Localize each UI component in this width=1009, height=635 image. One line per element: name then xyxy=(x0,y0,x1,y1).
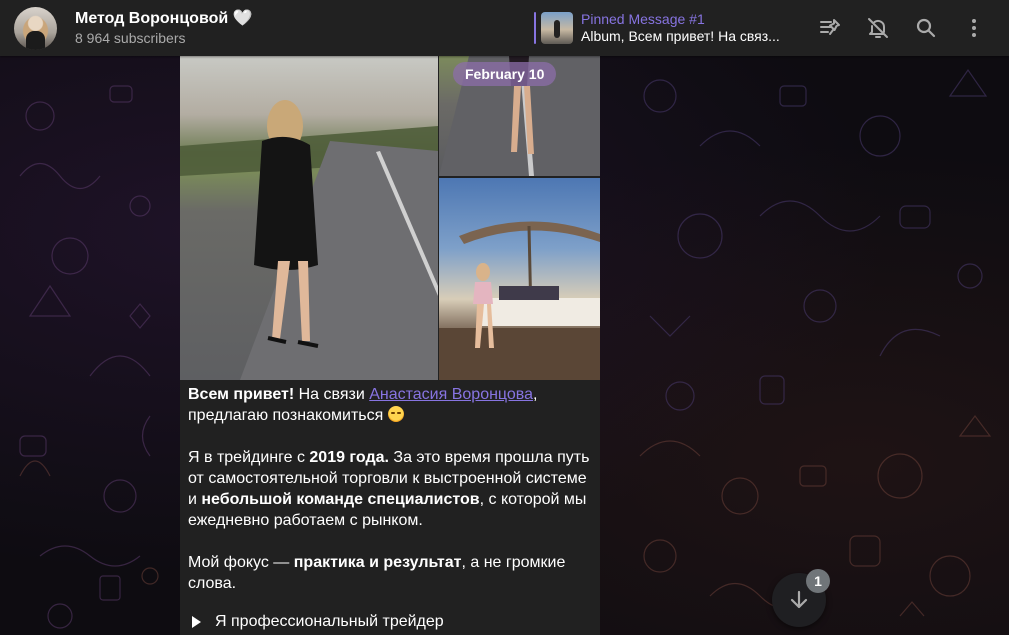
intro-comma: , xyxy=(533,386,538,403)
p3-bold-focus: практика и результат xyxy=(293,554,462,571)
bullet-text: Я профессиональный трейдер xyxy=(215,613,444,630)
p2-bold-team: небольшой команде специалистов xyxy=(201,491,480,508)
bullet-item: Я профессиональный трейдер xyxy=(188,611,594,632)
more-icon xyxy=(972,19,976,37)
pinned-indicator xyxy=(534,12,536,44)
album-photo-3[interactable] xyxy=(439,178,600,380)
unread-count-badge: 1 xyxy=(806,569,830,593)
arrow-right-icon xyxy=(192,615,201,628)
greeting-text: Всем привет! xyxy=(188,386,295,403)
p3-text-a: Мой фокус — xyxy=(188,554,294,571)
post-caption: Всем привет! На связи Анастасия Воронцов… xyxy=(188,384,594,632)
caption-paragraph-3: Мой фокус — практика и результат, а не г… xyxy=(188,552,594,594)
intro-line-2: предлагаю познакомиться xyxy=(188,407,388,424)
caption-paragraph-1: Всем привет! На связи Анастасия Воронцов… xyxy=(188,384,594,426)
mute-icon xyxy=(868,18,888,38)
pinned-message-bar[interactable]: Pinned Message #1 Album, Всем привет! На… xyxy=(534,11,781,44)
author-link[interactable]: Анастасия Воронцова xyxy=(369,386,533,403)
album-photo-1[interactable] xyxy=(180,56,438,380)
search-button[interactable] xyxy=(912,14,940,42)
channel-title[interactable]: Метод Воронцовой 🤍 xyxy=(75,9,253,28)
subscriber-count: 8 964 subscribers xyxy=(75,30,186,46)
smirk-emoji-icon xyxy=(387,406,404,422)
search-icon xyxy=(916,18,936,38)
mute-button[interactable] xyxy=(864,14,892,42)
chat-header: Метод Воронцовой 🤍 8 964 subscribers Pin… xyxy=(0,0,1009,56)
pinned-list-icon xyxy=(820,19,840,35)
channel-info[interactable]: Метод Воронцовой 🤍 8 964 subscribers xyxy=(75,9,253,47)
p2-text-a: Я в трейдинге с xyxy=(188,449,310,466)
channel-avatar[interactable] xyxy=(14,7,57,50)
pinned-message-text: Album, Всем привет! На связ... xyxy=(581,28,780,44)
pinned-message-title: Pinned Message #1 xyxy=(581,11,705,27)
pinned-list-button[interactable] xyxy=(816,14,844,42)
arrow-down-icon xyxy=(790,590,808,609)
intro-text: На связи xyxy=(294,386,370,403)
date-separator: February 10 xyxy=(453,62,557,86)
p2-bold-year: 2019 года. xyxy=(309,449,389,466)
caption-paragraph-2: Я в трейдинге с 2019 года. За это время … xyxy=(188,447,594,531)
channel-post: February 10 Всем привет! На связи Анаста… xyxy=(180,56,600,635)
pinned-thumbnail xyxy=(541,12,573,44)
more-button[interactable] xyxy=(960,14,988,42)
